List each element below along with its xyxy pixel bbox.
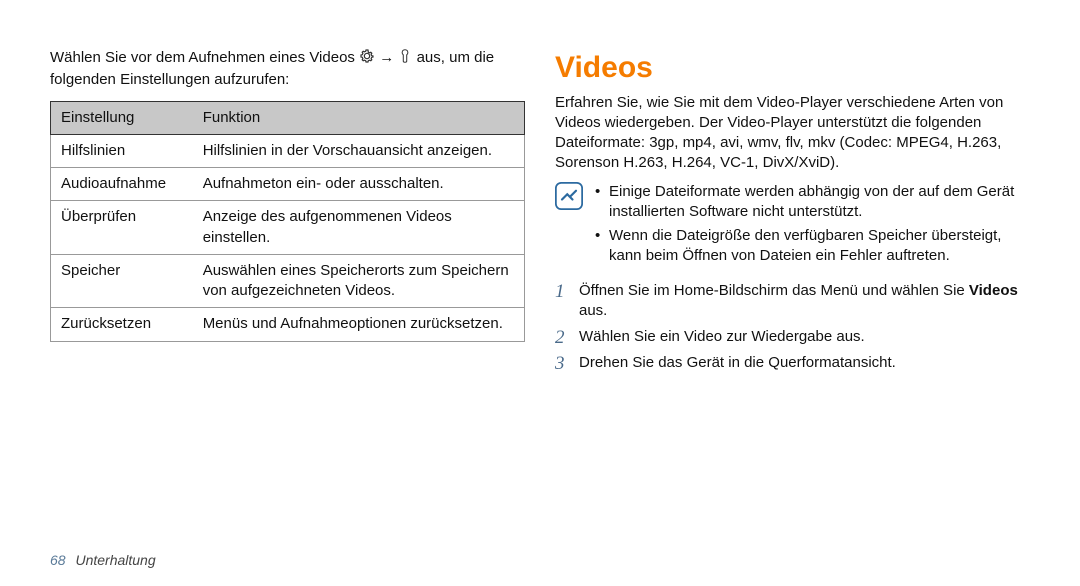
step-number: 1 <box>555 279 565 305</box>
note-item: Wenn die Dateigröße den verfügbaren Spei… <box>595 226 1030 267</box>
table-row: Hilfslinien Hilfslinien in der Vorschaua… <box>51 134 525 167</box>
table-header-row: Einstellung Funktion <box>51 101 525 134</box>
cell-function: Menüs und Aufnahmeoptionen zurücksetzen. <box>193 308 525 341</box>
footer-section: Unterhaltung <box>75 552 155 568</box>
step-text: Drehen Sie das Gerät in die Querformatan… <box>579 354 896 371</box>
table-row: Überprüfen Anzeige des aufgenommenen Vid… <box>51 201 525 255</box>
table-row: Speicher Auswählen eines Speicherorts zu… <box>51 254 525 308</box>
cell-setting: Zurücksetzen <box>51 308 193 341</box>
step-text-after: aus. <box>579 302 607 319</box>
table-row: Audioaufnahme Aufnahmeton ein- oder auss… <box>51 168 525 201</box>
cell-function: Anzeige des aufgenommenen Videos einstel… <box>193 201 525 255</box>
page-number: 68 <box>50 552 66 568</box>
page-footer: 68 Unterhaltung <box>50 552 156 568</box>
section-heading: Videos <box>555 48 1030 89</box>
step-text: Wählen Sie ein Video zur Wiedergabe aus. <box>579 328 865 345</box>
gear-icon <box>359 48 375 70</box>
step-text-before: Öffnen Sie im Home-Bildschirm das Menü u… <box>579 282 969 299</box>
note-list: Einige Dateiformate werden abhängig von … <box>595 182 1030 271</box>
tool-icon <box>398 48 412 70</box>
right-column: Videos Erfahren Sie, wie Sie mit dem Vid… <box>555 48 1030 380</box>
step-item: 1 Öffnen Sie im Home-Bildschirm das Menü… <box>555 281 1030 322</box>
header-setting: Einstellung <box>51 101 193 134</box>
left-column: Wählen Sie vor dem Aufnehmen eines Video… <box>50 48 525 380</box>
settings-table: Einstellung Funktion Hilfslinien Hilfsli… <box>50 101 525 342</box>
header-function: Funktion <box>193 101 525 134</box>
step-item: 2 Wählen Sie ein Video zur Wiedergabe au… <box>555 327 1030 347</box>
note-icon <box>555 182 585 271</box>
note-item: Einige Dateiformate werden abhängig von … <box>595 182 1030 223</box>
arrow-icon: → <box>379 49 394 66</box>
cell-function: Auswählen eines Speicherorts zum Speiche… <box>193 254 525 308</box>
settings-intro: Wählen Sie vor dem Aufnehmen eines Video… <box>50 48 525 91</box>
step-number: 3 <box>555 351 565 377</box>
intro-text-before: Wählen Sie vor dem Aufnehmen eines Video… <box>50 49 359 66</box>
cell-setting: Speicher <box>51 254 193 308</box>
section-body: Erfahren Sie, wie Sie mit dem Video-Play… <box>555 93 1030 174</box>
step-number: 2 <box>555 325 565 351</box>
cell-function: Aufnahmeton ein- oder ausschalten. <box>193 168 525 201</box>
cell-setting: Audioaufnahme <box>51 168 193 201</box>
cell-setting: Hilfslinien <box>51 134 193 167</box>
note-block: Einige Dateiformate werden abhängig von … <box>555 182 1030 271</box>
table-row: Zurücksetzen Menüs und Aufnahmeoptionen … <box>51 308 525 341</box>
step-item: 3 Drehen Sie das Gerät in die Querformat… <box>555 353 1030 373</box>
step-text-bold: Videos <box>969 282 1018 299</box>
cell-function: Hilfslinien in der Vorschauansicht anzei… <box>193 134 525 167</box>
steps-list: 1 Öffnen Sie im Home-Bildschirm das Menü… <box>555 281 1030 374</box>
cell-setting: Überprüfen <box>51 201 193 255</box>
